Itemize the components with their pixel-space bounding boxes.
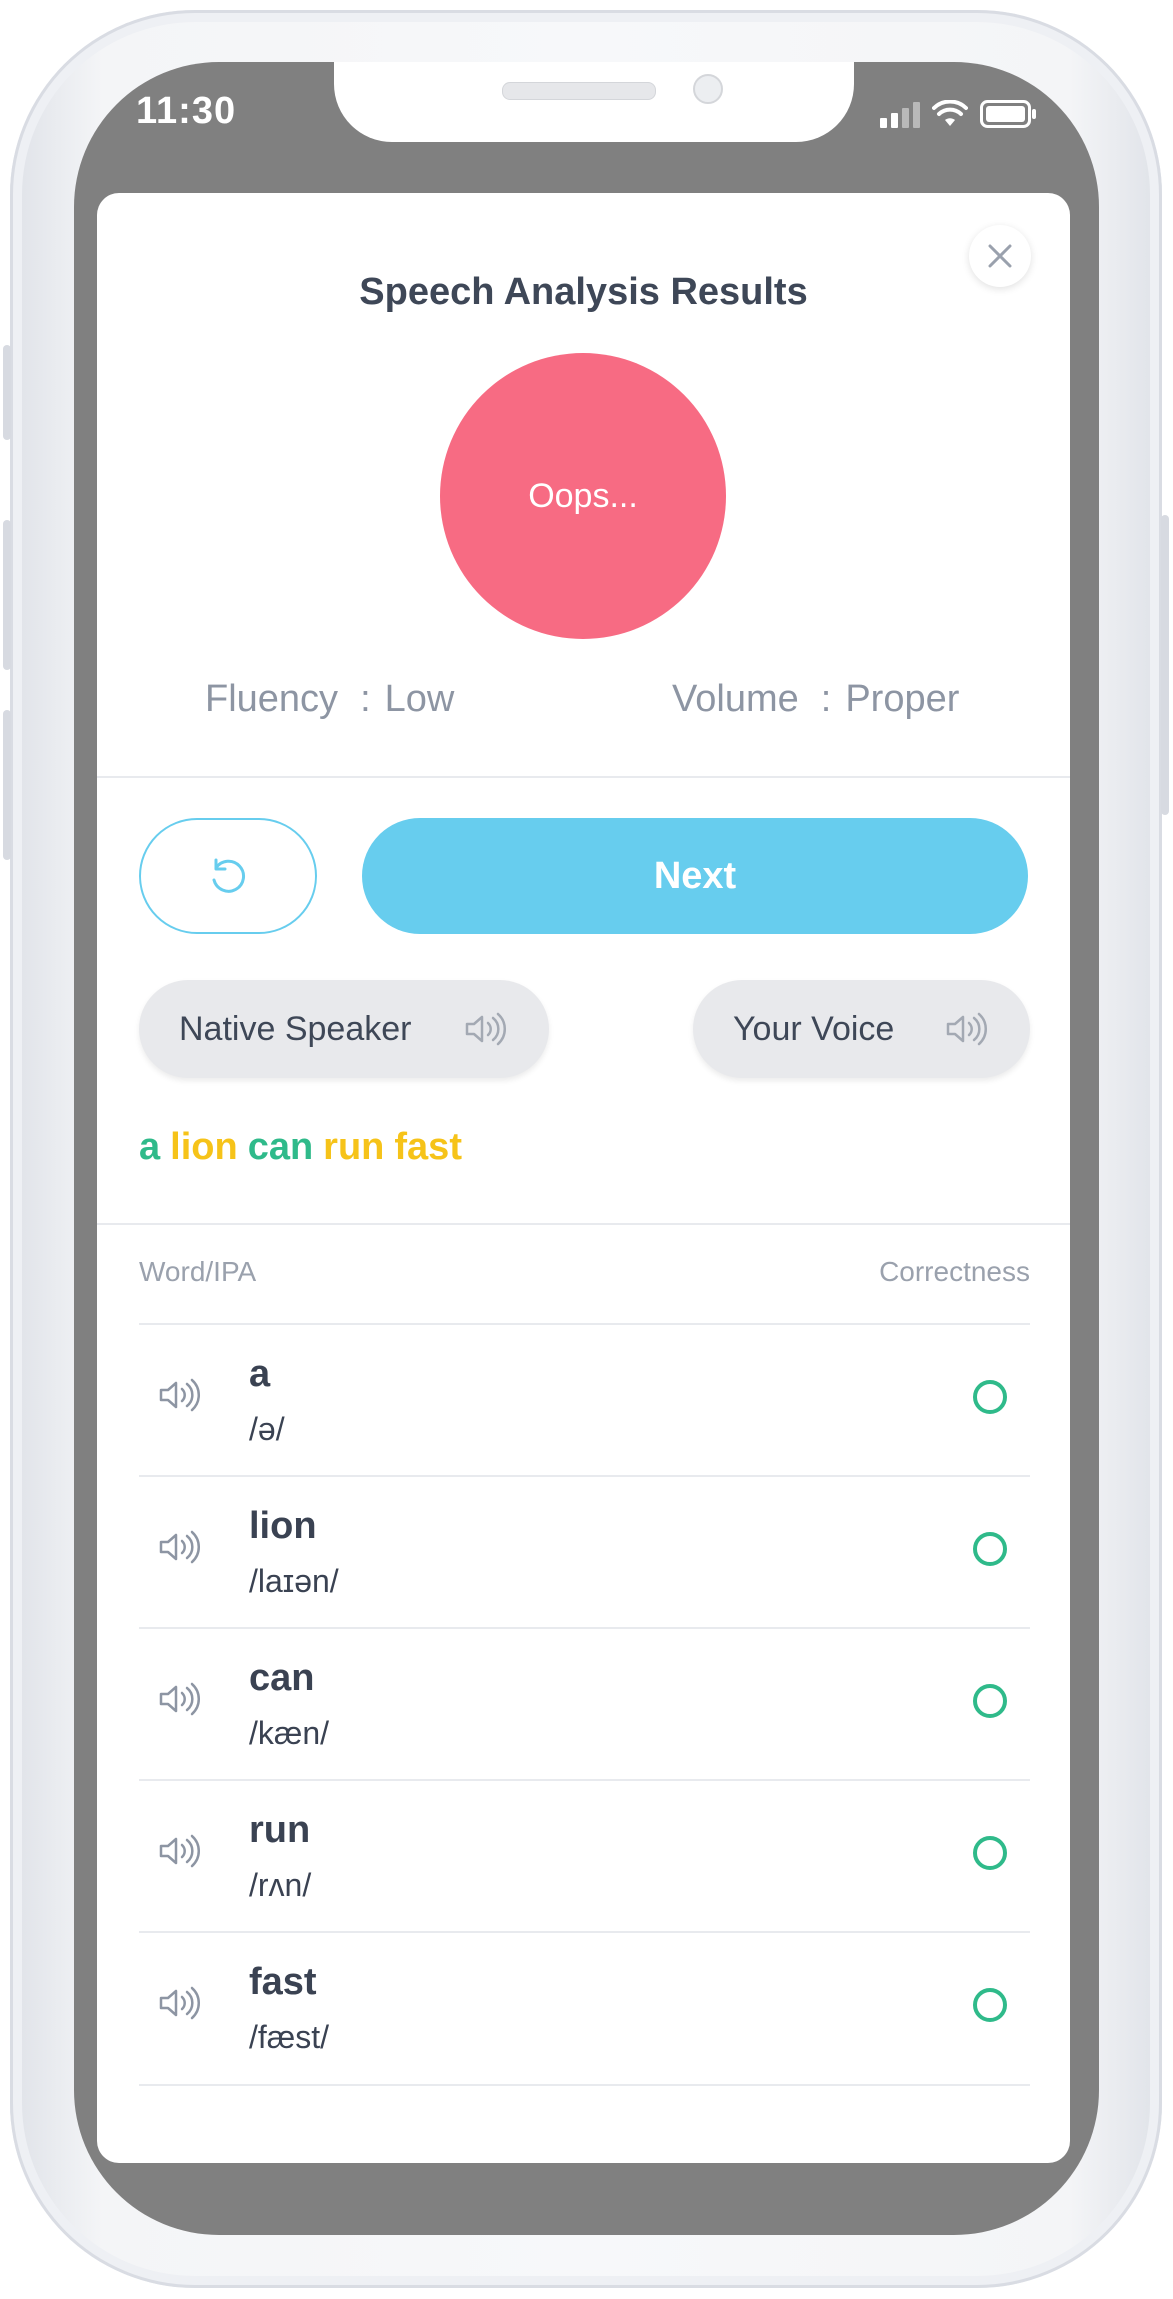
row-ipa: /laɪən/ <box>249 1563 339 1599</box>
sentence-word: can <box>247 1126 314 1168</box>
signal-icon <box>880 102 920 128</box>
speaker-icon[interactable] <box>157 1831 203 1871</box>
your-voice-label: Your Voice <box>733 1009 895 1048</box>
front-camera <box>693 74 723 104</box>
speaker-icon[interactable] <box>157 1527 203 1567</box>
column-header-word: Word/IPA <box>139 1256 257 1287</box>
table-row: lion /laɪən/ <box>139 1475 1030 1627</box>
result-badge: Oops... <box>440 353 726 639</box>
correct-circle-icon <box>973 1988 1007 2022</box>
native-speaker-label: Native Speaker <box>179 1009 412 1048</box>
row-ipa: /kæn/ <box>249 1715 330 1751</box>
power-button <box>1161 515 1169 815</box>
table-row: run /rʌn/ <box>139 1779 1030 1931</box>
page-title: Speech Analysis Results <box>359 271 808 313</box>
status-time: 11:30 <box>136 90 237 132</box>
correct-circle-icon <box>973 1380 1007 1414</box>
volume-up-button <box>3 520 11 670</box>
speaker-icon[interactable] <box>157 1679 203 1719</box>
correct-circle-icon <box>973 1684 1007 1718</box>
table-row: can /kæn/ <box>139 1627 1030 1779</box>
fluency-metric: Fluency: Low <box>205 678 454 721</box>
next-button[interactable]: Next <box>362 818 1028 934</box>
row-word: fast <box>249 1961 317 2003</box>
divider <box>97 776 1070 778</box>
battery-icon <box>980 100 1036 128</box>
speaker-icon <box>465 1012 507 1046</box>
results-card: Speech Analysis Results Oops... Fluency:… <box>97 193 1070 2163</box>
row-word: run <box>249 1809 311 1851</box>
row-ipa: /ə/ <box>249 1411 285 1447</box>
sentence-word: fast <box>394 1126 462 1168</box>
status-icons <box>880 98 1038 128</box>
table-row: fast /fæst/ <box>139 1931 1030 2086</box>
wifi-icon <box>932 100 968 126</box>
correct-circle-icon <box>973 1532 1007 1566</box>
notch <box>334 62 854 142</box>
sentence-word: run <box>323 1126 385 1168</box>
fluency-label: Fluency <box>205 678 339 720</box>
row-ipa: /fæst/ <box>249 2019 330 2055</box>
column-header-correctness: Correctness <box>879 1256 1030 1287</box>
native-speaker-button[interactable]: Native Speaker <box>139 980 549 1078</box>
sentence-word: lion <box>170 1126 238 1168</box>
earpiece-speaker <box>502 82 656 100</box>
speaker-icon[interactable] <box>157 1983 203 2023</box>
row-ipa: /rʌn/ <box>249 1867 312 1903</box>
retry-icon <box>212 858 246 893</box>
your-voice-button[interactable]: Your Voice <box>693 980 1030 1078</box>
volume-metric: Volume: Proper <box>672 678 959 721</box>
graded-sentence: a lion can run fast <box>139 1126 472 1169</box>
fluency-separator: : <box>360 678 371 720</box>
table-row: a /ə/ <box>139 1323 1030 1475</box>
volume-separator: : <box>820 678 832 720</box>
word-list: a /ə/ lion /laɪən/ can /kæn/ run /rʌn/ f… <box>139 1323 1030 2086</box>
mute-switch <box>3 345 11 440</box>
volume-down-button <box>3 710 11 860</box>
result-label: Oops... <box>528 476 638 515</box>
volume-value: Proper <box>845 678 960 720</box>
correct-circle-icon <box>973 1836 1007 1870</box>
speaker-icon <box>946 1012 988 1046</box>
fluency-value: Low <box>384 678 455 720</box>
divider <box>97 1223 1070 1225</box>
close-icon <box>988 244 1012 268</box>
sentence-word: a <box>139 1126 161 1168</box>
row-word: lion <box>249 1505 317 1547</box>
speaker-icon[interactable] <box>157 1375 203 1415</box>
retry-button[interactable] <box>139 818 317 934</box>
volume-label: Volume <box>672 678 799 720</box>
row-word: can <box>249 1657 315 1699</box>
row-word: a <box>249 1353 271 1395</box>
